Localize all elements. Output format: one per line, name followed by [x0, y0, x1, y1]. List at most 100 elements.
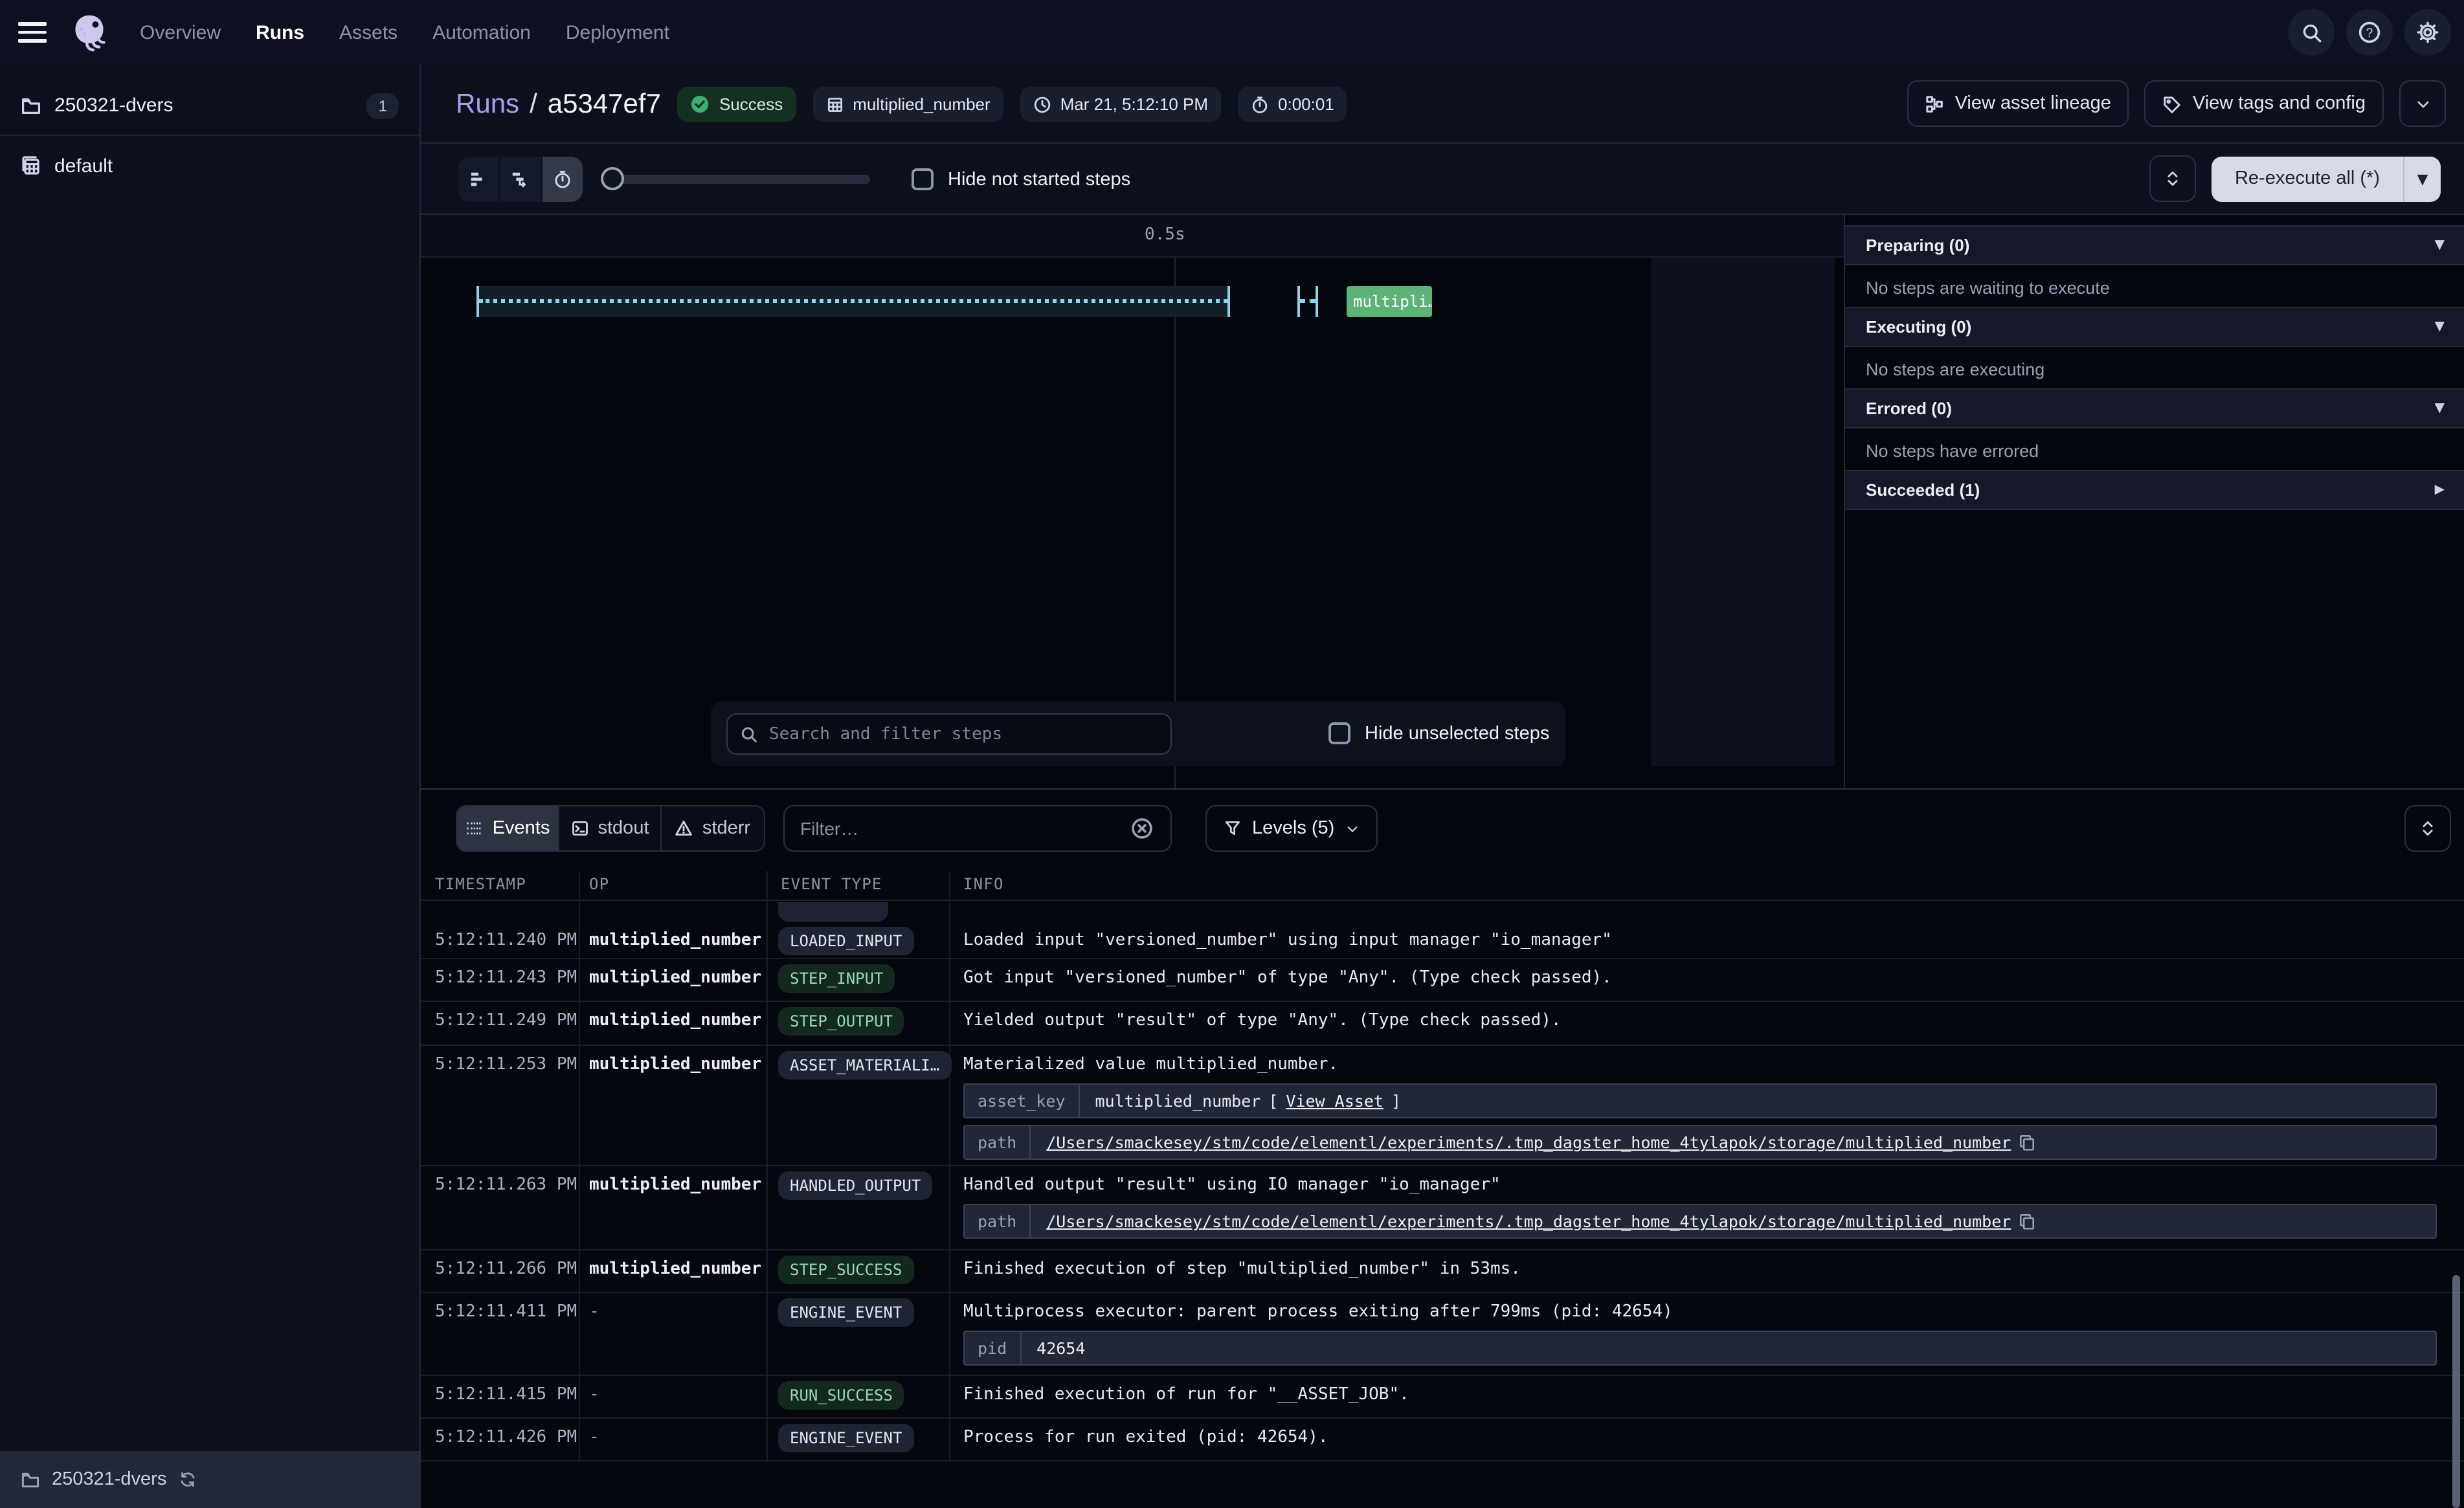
- event-op: multiplied_number: [589, 968, 761, 988]
- log-row[interactable]: 5:12:11.243 PM multiplied_number STEP_IN…: [421, 959, 2464, 1002]
- settings-button[interactable]: [2404, 9, 2451, 56]
- section-succeeded[interactable]: Succeeded (1) ▶: [1845, 470, 2464, 510]
- tab-stderr-label: stderr: [702, 818, 750, 839]
- section-errored[interactable]: Errored (0) ▼: [1845, 388, 2464, 428]
- log-row[interactable]: 5:12:11.263 PM multiplied_number HANDLED…: [421, 1166, 2464, 1250]
- sidebar-job-default[interactable]: default: [0, 136, 420, 195]
- job-label: default: [54, 155, 113, 177]
- hide-unselected-checkbox[interactable]: [1328, 722, 1350, 744]
- dagster-logo[interactable]: [70, 13, 109, 52]
- event-timestamp: 5:12:11.240 PM: [435, 931, 577, 950]
- caret-down-icon: ▼: [2435, 320, 2445, 334]
- nav-item-deployment[interactable]: Deployment: [566, 21, 669, 43]
- duration-label: 0:00:01: [1278, 94, 1334, 114]
- asset-tag[interactable]: multiplied_number: [812, 87, 1003, 122]
- metadata-key: path: [965, 1126, 1031, 1159]
- section-title: Succeeded (1): [1866, 480, 1980, 500]
- event-type-badge: ENGINE_EVENT: [778, 1298, 913, 1327]
- tab-stdout[interactable]: stdout: [559, 806, 662, 850]
- view-asset-link[interactable]: View Asset: [1286, 1091, 1383, 1111]
- svg-text:?: ?: [2366, 27, 2373, 40]
- funnel-icon: [1224, 819, 1242, 837]
- log-row[interactable]: 5:12:11.415 PM - RUN_SUCCESS Finished ex…: [421, 1376, 2464, 1419]
- nav-item-overview[interactable]: Overview: [140, 21, 221, 43]
- asset-key-value: multiplied_number: [1095, 1091, 1260, 1111]
- tab-events[interactable]: Events: [457, 806, 559, 850]
- events-panel: Events stdout stderr Levels (5) TIMESTAM…: [421, 788, 2464, 1508]
- tab-events-label: Events: [493, 818, 550, 839]
- folder-icon: [21, 95, 41, 116]
- log-row[interactable]: 5:12:11.426 PM - ENGINE_EVENT Process fo…: [421, 1419, 2464, 1461]
- path-link[interactable]: /Users/smackesey/stm/code/elementl/exper…: [1046, 1212, 2011, 1231]
- gantt-step-bar[interactable]: multipli…: [1347, 286, 1432, 317]
- col-event-type: EVENT TYPE: [781, 875, 882, 893]
- reexecute-all-button[interactable]: Re-execute all (*): [2212, 156, 2403, 201]
- view-mode-timed-button[interactable]: [542, 157, 583, 202]
- log-row[interactable]: 5:12:11.240 PM multiplied_number LOADED_…: [421, 922, 2464, 959]
- zoom-slider-knob[interactable]: [601, 167, 624, 190]
- breadcrumb-separator: /: [530, 89, 537, 120]
- breadcrumb-runs-link[interactable]: Runs: [456, 89, 519, 120]
- duration-tag[interactable]: 0:00:01: [1238, 87, 1347, 122]
- gantt-highlight-column: [1651, 258, 1835, 766]
- asset-grid-icon: [825, 95, 844, 113]
- levels-dropdown[interactable]: Levels (5): [1205, 805, 1377, 852]
- log-row[interactable]: 5:12:11.249 PM multiplied_number STEP_OU…: [421, 1002, 2464, 1046]
- status-label: Success: [719, 94, 783, 114]
- sort-steps-button[interactable]: [2149, 155, 2196, 202]
- step-waiting-bar[interactable]: [476, 286, 1230, 317]
- search-icon: [739, 725, 759, 744]
- reexecute-options-button[interactable]: ▼: [2403, 156, 2441, 201]
- copy-icon[interactable]: [2019, 1134, 2035, 1151]
- expand-log-button[interactable]: [2404, 805, 2451, 852]
- hide-not-started-checkbox[interactable]: [912, 168, 934, 190]
- event-type-badge: LOADED_INPUT: [778, 927, 913, 955]
- zoom-slider[interactable]: [603, 175, 870, 184]
- event-op: -: [589, 1385, 599, 1404]
- view-mode-waterfall-button[interactable]: [500, 157, 543, 202]
- event-info: Process for run exited (pid: 42654).: [963, 1428, 2438, 1447]
- flat-view-icon: [469, 170, 488, 189]
- bracket: ]: [1391, 1091, 1401, 1111]
- search-button[interactable]: [2288, 9, 2335, 56]
- log-row[interactable]: 5:12:11.266 PM multiplied_number STEP_SU…: [421, 1250, 2464, 1293]
- sidebar-code-location[interactable]: 250321-dvers 1: [0, 76, 420, 136]
- success-check-icon: [691, 94, 710, 114]
- hamburger-menu-icon[interactable]: [18, 22, 47, 43]
- copy-icon[interactable]: [2019, 1213, 2035, 1230]
- nav-item-assets[interactable]: Assets: [339, 21, 398, 43]
- section-executing[interactable]: Executing (0) ▼: [1845, 307, 2464, 347]
- section-title: Preparing (0): [1866, 236, 1969, 255]
- reload-icon[interactable]: [178, 1470, 196, 1489]
- tab-stderr[interactable]: stderr: [662, 806, 764, 850]
- help-button[interactable]: ?: [2346, 9, 2393, 56]
- start-time-tag[interactable]: Mar 21, 5:12:10 PM: [1020, 87, 1221, 122]
- step-search-input[interactable]: [726, 713, 1172, 755]
- path-link[interactable]: /Users/smackesey/stm/code/elementl/exper…: [1046, 1133, 2011, 1152]
- view-tags-config-button[interactable]: View tags and config: [2145, 80, 2384, 127]
- run-actions-button[interactable]: [2399, 80, 2446, 127]
- log-scrollbar-thumb[interactable]: [2452, 1275, 2460, 1508]
- section-preparing[interactable]: Preparing (0) ▼: [1845, 225, 2464, 265]
- marker-dotted-line: [1300, 299, 1316, 303]
- nav-item-runs[interactable]: Runs: [256, 21, 304, 43]
- sidebar-footer[interactable]: 250321-dvers: [0, 1451, 420, 1508]
- warning-icon: [675, 819, 693, 837]
- event-op: multiplied_number: [589, 1259, 761, 1279]
- status-badge[interactable]: Success: [678, 87, 796, 122]
- log-row[interactable]: 5:12:11.411 PM - ENGINE_EVENT Multiproce…: [421, 1293, 2464, 1376]
- terminal-icon: [571, 819, 589, 837]
- hide-unselected-label: Hide unselected steps: [1365, 723, 1549, 744]
- nav-menu: Overview Runs Assets Automation Deployme…: [140, 21, 669, 43]
- metadata-key: pid: [965, 1332, 1021, 1364]
- sort-chevrons-icon: [2419, 819, 2437, 837]
- view-asset-lineage-button[interactable]: View asset lineage: [1907, 80, 2129, 127]
- clear-filter-icon[interactable]: [1130, 817, 1154, 840]
- waiting-dotted-line: [479, 299, 1227, 303]
- log-filter-input[interactable]: [783, 805, 1172, 852]
- view-mode-flat-button[interactable]: [458, 157, 500, 202]
- metadata-row-path: path /Users/smackesey/stm/code/elementl/…: [963, 1125, 2437, 1160]
- nav-item-automation[interactable]: Automation: [432, 21, 531, 43]
- log-row[interactable]: 5:12:11.253 PM multiplied_number ASSET_M…: [421, 1046, 2464, 1166]
- asset-tag-label: multiplied_number: [853, 94, 990, 114]
